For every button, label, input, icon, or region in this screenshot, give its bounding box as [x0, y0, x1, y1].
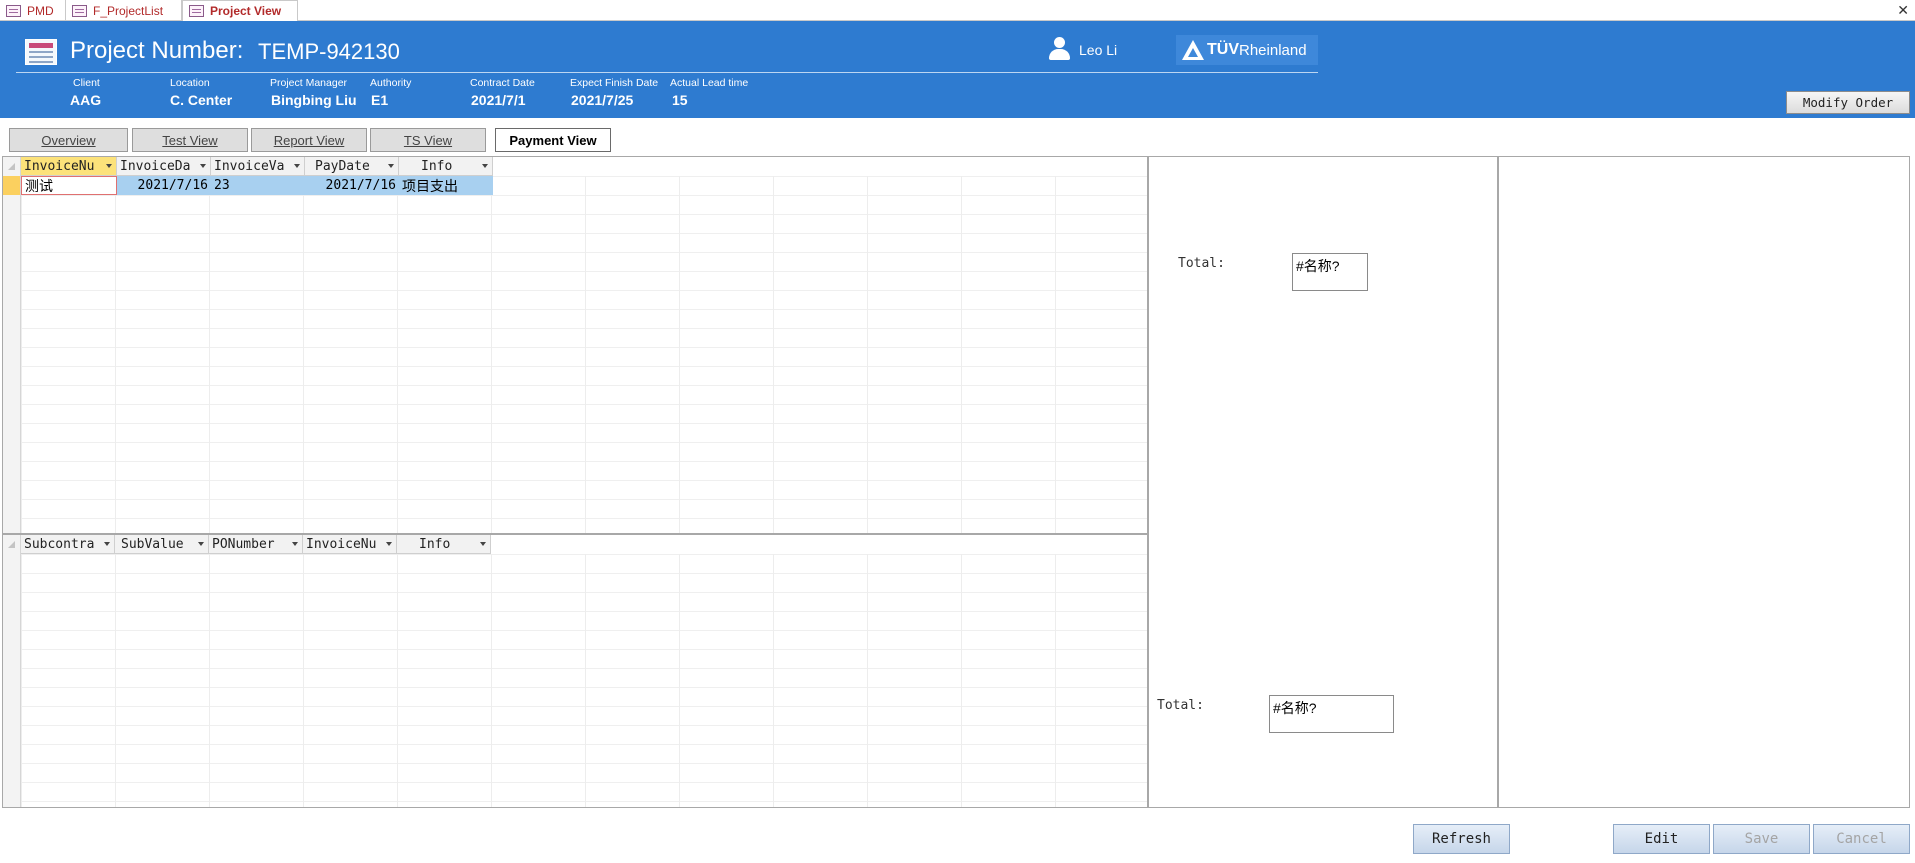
column-header-subvalue[interactable]: SubValue — [115, 535, 209, 554]
dropdown-arrow-icon[interactable] — [480, 542, 486, 546]
dropdown-arrow-icon[interactable] — [294, 164, 300, 168]
column-header-paydate[interactable]: PayDate — [305, 157, 399, 176]
column-header-label: Subcontra — [24, 536, 95, 552]
dropdown-arrow-icon[interactable] — [292, 542, 298, 546]
tab-project-view[interactable]: Project View — [182, 0, 298, 21]
column-header-label: InvoiceNu — [306, 536, 377, 552]
tab-pmd[interactable]: PMD — [0, 0, 66, 21]
project-header: Project Number: TEMP-942130 Leo Li TÜV R… — [0, 21, 1915, 118]
column-header-invoicevalue[interactable]: InvoiceVa — [211, 157, 305, 176]
subcontract-datasheet[interactable]: Subcontra SubValue PONumber InvoiceNu In… — [2, 534, 1148, 808]
project-number-value: TEMP-942130 — [258, 39, 400, 64]
column-header-invoicenumber[interactable]: InvoiceNu — [21, 157, 117, 176]
column-header-label: InvoiceVa — [214, 158, 285, 174]
form-icon — [72, 4, 87, 17]
logo-text-tuv: TÜV — [1207, 41, 1239, 58]
cell-info[interactable]: 项目支出 — [399, 176, 493, 195]
save-button[interactable]: Save — [1713, 824, 1810, 854]
select-all-corner[interactable] — [8, 163, 15, 170]
total-label-bottom: Total: — [1157, 698, 1204, 713]
dropdown-arrow-icon[interactable] — [200, 164, 206, 168]
tab-f-projectlist[interactable]: F_ProjectList — [66, 0, 182, 21]
form-icon — [25, 39, 57, 65]
current-record-indicator[interactable] — [3, 176, 20, 195]
client-value: AAG — [70, 92, 102, 108]
authority-value: E1 — [371, 92, 389, 108]
column-header-info[interactable]: Info — [397, 535, 491, 554]
project-number-label: Project Number: — [70, 37, 244, 64]
tab-payment-view[interactable]: Payment View — [495, 128, 611, 152]
lead-time-value: 15 — [672, 92, 688, 108]
cell-paydate[interactable]: 2021/7/16 — [305, 176, 399, 195]
cancel-button[interactable]: Cancel — [1813, 824, 1910, 854]
lead-time-label: Actual Lead time — [670, 77, 749, 89]
dropdown-arrow-icon[interactable] — [198, 542, 204, 546]
modify-order-button[interactable]: Modify Order — [1786, 91, 1910, 114]
cell-invoicenumber[interactable]: 测试 — [21, 176, 117, 195]
tab-test-view[interactable]: Test View — [132, 128, 248, 152]
column-header-ponumber[interactable]: PONumber — [209, 535, 303, 554]
column-header-subcontractor[interactable]: Subcontra — [21, 535, 115, 554]
contract-date-value: 2021/7/1 — [471, 92, 526, 108]
row-selector-column[interactable] — [3, 535, 21, 807]
dropdown-arrow-icon[interactable] — [482, 164, 488, 168]
dropdown-arrow-icon[interactable] — [386, 542, 392, 546]
tab-project-view-label: Project View — [210, 4, 282, 18]
cell-invoicedate[interactable]: 2021/7/16 — [117, 176, 211, 195]
dropdown-arrow-icon[interactable] — [104, 542, 110, 546]
logo-text-rheinland: Rheinland — [1239, 41, 1307, 59]
form-icon — [6, 4, 21, 17]
total-value-top: #名称? — [1292, 253, 1368, 291]
column-header-label: InvoiceNu — [24, 158, 95, 174]
triangle-logo-icon — [1182, 40, 1204, 60]
close-icon[interactable]: ✕ — [1897, 2, 1909, 19]
total-value-bottom: #名称? — [1269, 695, 1394, 733]
column-header-invoicedate[interactable]: InvoiceDa — [117, 157, 211, 176]
side-panel — [1498, 156, 1910, 808]
edit-button[interactable]: Edit — [1613, 824, 1710, 854]
invoice-datasheet[interactable]: InvoiceNu InvoiceDa InvoiceVa PayDate In… — [2, 156, 1148, 534]
totals-panel: Total: #名称? Total: #名称? — [1148, 156, 1498, 808]
column-header-label: InvoiceDa — [120, 158, 191, 174]
column-header-label: Info — [421, 158, 453, 174]
grid-background — [21, 554, 1147, 807]
tab-report-view[interactable]: Report View — [251, 128, 367, 152]
tab-f-projectlist-label: F_ProjectList — [93, 3, 164, 18]
location-label: Location — [170, 77, 210, 89]
column-header-label: Info — [419, 536, 451, 552]
location-value: C. Center — [170, 92, 233, 108]
select-all-corner[interactable] — [8, 541, 15, 548]
user-icon — [1046, 37, 1072, 61]
manager-label: Project Manager — [270, 77, 348, 89]
client-label: Client — [73, 77, 100, 89]
user-name: Leo Li — [1079, 42, 1118, 58]
finish-date-label: Expect Finish Date — [570, 77, 659, 89]
tab-pmd-label: PMD — [27, 3, 54, 18]
total-label-top: Total: — [1178, 256, 1225, 271]
header-divider — [16, 72, 1318, 73]
finish-date-value: 2021/7/25 — [571, 92, 634, 108]
form-icon — [189, 5, 204, 17]
contract-date-label: Contract Date — [470, 77, 535, 89]
tab-overview[interactable]: Overview — [9, 128, 128, 152]
tab-ts-view[interactable]: TS View — [370, 128, 486, 152]
authority-label: Authority — [370, 77, 412, 89]
column-header-label: PONumber — [212, 536, 275, 552]
row-selector-column[interactable] — [3, 157, 21, 533]
refresh-button[interactable]: Refresh — [1413, 824, 1510, 854]
column-header-info[interactable]: Info — [399, 157, 493, 176]
column-header-label: SubValue — [121, 536, 184, 552]
column-header-invoicenumber[interactable]: InvoiceNu — [303, 535, 397, 554]
dropdown-arrow-icon[interactable] — [388, 164, 394, 168]
column-header-label: PayDate — [315, 158, 370, 174]
grid-background — [21, 176, 1147, 533]
dropdown-arrow-icon[interactable] — [106, 164, 112, 168]
cell-invoicevalue[interactable]: 23 — [211, 176, 305, 195]
manager-value: Bingbing Liu — [271, 92, 357, 108]
tuv-rheinland-logo: TÜV Rheinland — [1176, 35, 1318, 65]
document-tab-strip: PMD F_ProjectList Project View ✕ — [0, 0, 1915, 21]
